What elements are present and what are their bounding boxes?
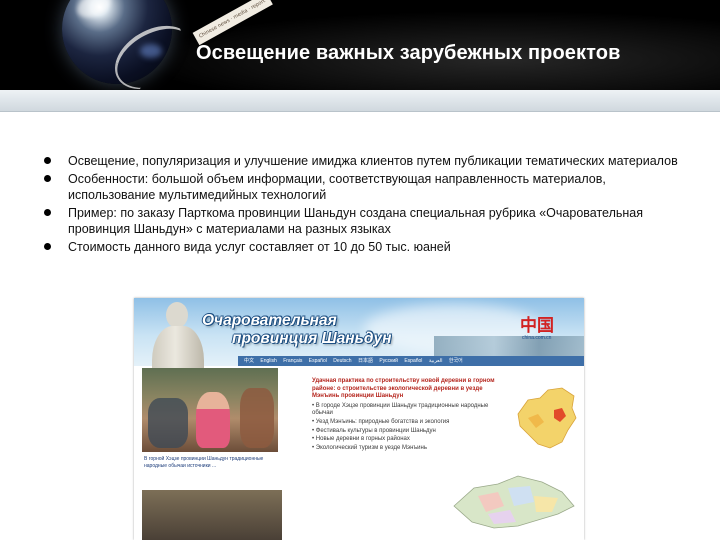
china-logo-text: 中国 — [520, 316, 554, 336]
bullet-item: Стоимость данного вида услуг составляет … — [44, 239, 684, 256]
article-title: Удачная практика по строительству новой … — [312, 378, 495, 400]
bullet-dot-icon — [44, 208, 51, 216]
photo-figure-2 — [240, 388, 274, 448]
article-item: • Экологический туризм в уезде Мэнъинь — [312, 444, 427, 451]
lang-link: Русский — [379, 358, 398, 364]
bullet-item: Особенности: большой объем информации, с… — [44, 171, 684, 204]
bullet-text: Пример: по заказу Парткома провинции Шан… — [68, 205, 643, 237]
bullet-item: Освещение, популяризация и улучшение ими… — [44, 153, 684, 170]
lang-link: Deutsch — [333, 358, 352, 364]
girl-photo — [142, 368, 278, 452]
header-band — [0, 90, 720, 112]
slide-header: Chinese news · media · report Освещение … — [0, 0, 720, 90]
article-block: Удачная практика по строительству новой … — [312, 378, 502, 453]
china-logo-url: china.com.cn — [522, 335, 552, 341]
banner-title-line2: провинция Шаньдун — [232, 330, 392, 347]
lang-link: Español — [404, 358, 423, 364]
shandong-map-image — [453, 475, 575, 529]
bullet-item: Пример: по заказу Парткома провинции Шан… — [44, 205, 684, 238]
lang-link: 日本語 — [357, 358, 373, 364]
website-screenshot: Очаровательная провинция Шаньдун 中国 chin… — [134, 298, 584, 540]
photo-figure — [148, 398, 188, 448]
bullet-text: Стоимость данного вида услуг составляет … — [68, 239, 451, 254]
thumbnail-photo — [142, 490, 282, 540]
lang-link: العربية — [428, 358, 443, 364]
bullet-text: Особенности: большой объем информации, с… — [68, 171, 606, 203]
bullet-list: Освещение, популяризация и улучшение ими… — [44, 153, 684, 256]
header-band-line — [0, 111, 720, 112]
photo-caption: В горной Хэцзе провинции Шаньдун традици… — [144, 456, 264, 469]
bullet-dot-icon — [44, 157, 51, 164]
lang-link: 한국어 — [448, 358, 463, 364]
slide-title: Освещение важных зарубежных проектов — [196, 42, 621, 64]
lang-link: English — [260, 358, 277, 364]
girl-figure — [196, 392, 230, 448]
bullet-dot-icon — [44, 174, 51, 182]
language-nav: 中文 English Français Español Deutsch 日本語 … — [238, 356, 584, 366]
bullet-dot-icon — [44, 242, 51, 250]
lang-link: Français — [283, 358, 303, 364]
article-item: • Фестиваль культуры в провинции Шаньдун — [312, 427, 436, 434]
article-list: • В городе Хэцзе провинции Шаньдун тради… — [312, 403, 502, 453]
article-item: • Уезд Мэнъинь: природные богатства и эк… — [312, 418, 450, 425]
bullet-text: Освещение, популяризация и улучшение ими… — [68, 154, 678, 168]
lang-link: 中文 — [244, 358, 255, 364]
article-item: • Новые деревни в горных районах — [312, 436, 410, 443]
china-map-image — [517, 387, 577, 449]
banner-title-line1: Очаровательная — [202, 312, 337, 329]
article-item: • В городе Хэцзе провинции Шаньдун тради… — [312, 402, 489, 417]
china-logo: 中国 china.com.cn — [520, 316, 574, 342]
banner-title: Очаровательная провинция Шаньдун — [202, 312, 391, 348]
lang-link: Español — [308, 358, 327, 364]
statue-head — [166, 302, 188, 328]
